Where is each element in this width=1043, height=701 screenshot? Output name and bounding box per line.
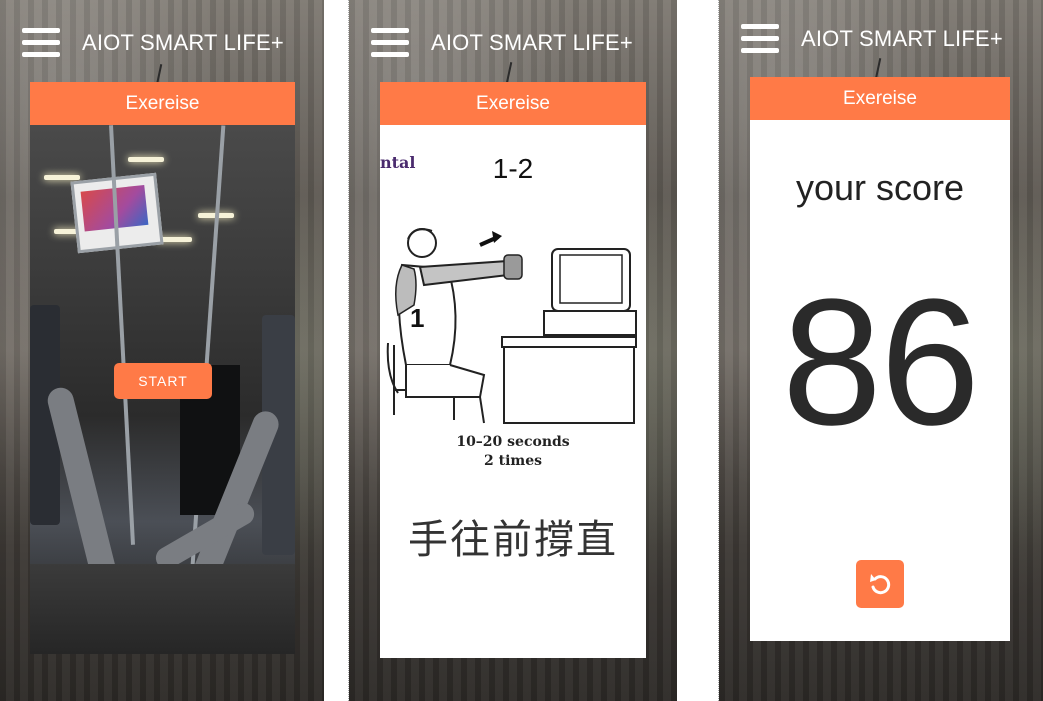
score-value: 86 [781, 262, 980, 463]
app-header: AIOT SMART LIFE+ [349, 22, 677, 66]
menu-icon[interactable] [741, 24, 779, 54]
score-label: your score [795, 167, 965, 208]
figure-number: 1 [410, 303, 424, 333]
app-title: AIOT SMART LIFE+ [82, 30, 284, 55]
step-label: 1-2 [492, 153, 534, 184]
app-header: AIOT SMART LIFE+ [719, 18, 1043, 62]
duration-seconds: 10–20 seconds [456, 434, 570, 450]
ceiling-light [128, 157, 164, 162]
phone-screen-start: AIOT SMART LIFE+ Exereise START [0, 0, 324, 701]
duration-times: 2 times [483, 453, 542, 469]
card-body: ntal 1-2 1 10–20 seconds 2 times 手往前撐直 [380, 125, 646, 658]
app-title: AIOT SMART LIFE+ [431, 30, 633, 55]
undo-icon [870, 574, 891, 595]
app-title: AIOT SMART LIFE+ [801, 26, 1003, 51]
exercise-card: Exereise START [30, 82, 295, 654]
menu-icon[interactable] [22, 28, 60, 58]
gym-floor [30, 564, 295, 654]
duration-text: 10–20 seconds 2 times [380, 433, 646, 471]
phone-screen-score: AIOT SMART LIFE+ Exereise your score 86 [719, 0, 1043, 701]
instruction-text: 手往前撐直 [408, 517, 618, 563]
exercise-illustration: 1 [386, 228, 637, 424]
phone-screen-exercise: AIOT SMART LIFE+ Exereise ntal 1-2 1 10–… [349, 0, 677, 701]
start-button[interactable]: START [114, 363, 212, 399]
card-header: Exereise [380, 82, 646, 125]
score-card: Exereise your score 86 [750, 77, 1010, 641]
app-header: AIOT SMART LIFE+ [0, 22, 324, 66]
exercise-card: Exereise ntal 1-2 1 10–20 seconds 2 time… [380, 82, 646, 658]
retry-button[interactable] [856, 560, 904, 608]
gym-photo: START [30, 125, 295, 654]
menu-icon[interactable] [371, 28, 409, 58]
card-header: Exereise [30, 82, 295, 125]
ceiling-light [44, 175, 80, 180]
card-header: Exereise [750, 77, 1010, 120]
